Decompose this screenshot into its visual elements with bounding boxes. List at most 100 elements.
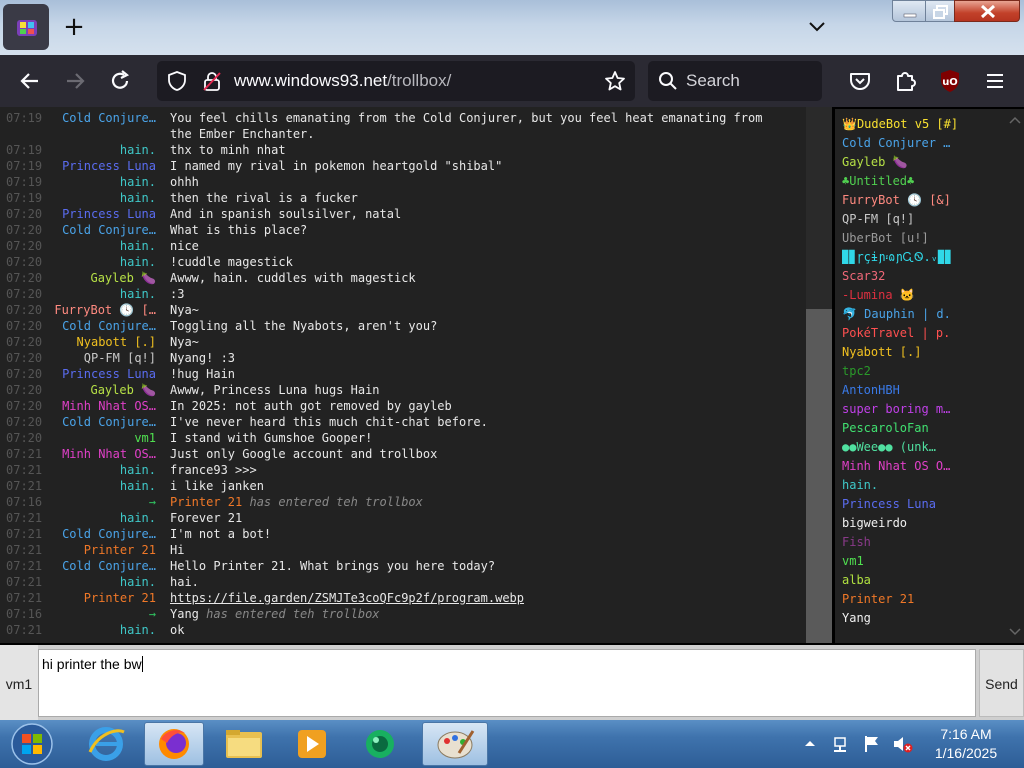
message-nick[interactable]: hain. (48, 510, 158, 526)
user-list-item[interactable]: ●●Wee●● (unk… (842, 438, 1006, 457)
taskbar-firefox[interactable] (144, 722, 204, 766)
nickname-label[interactable]: vm1 (0, 645, 38, 720)
user-list-item[interactable]: super boring m… (842, 400, 1006, 419)
reload-icon[interactable] (107, 68, 133, 94)
start-orb-icon[interactable] (8, 722, 56, 766)
action-center-flag-icon[interactable] (862, 734, 882, 754)
message-nick[interactable]: hain. (48, 142, 158, 158)
message-nick[interactable]: Minh Nhat OS… (48, 446, 158, 462)
user-list-item[interactable]: Gayleb 🍆 (842, 153, 1006, 172)
joined-user[interactable]: Yang (170, 607, 199, 621)
pocket-icon[interactable] (847, 68, 873, 94)
search-box[interactable]: Search (648, 61, 822, 101)
user-list-item[interactable]: 🐬 Dauphin | d. (842, 305, 1006, 324)
user-list-item[interactable]: Yang (842, 609, 1006, 628)
message-nick[interactable]: hain. (48, 238, 158, 254)
user-list-item[interactable]: AntonHBH (842, 381, 1006, 400)
user-list-item[interactable]: Printer 21 (842, 590, 1006, 609)
message-nick[interactable]: Cold Conjure… (48, 110, 158, 142)
show-hidden-icons-icon[interactable] (802, 736, 818, 752)
message-nick[interactable]: QP-FM [q!] (48, 350, 158, 366)
message-nick[interactable]: Printer 21 (48, 590, 158, 606)
ublock-origin-icon[interactable]: uO (937, 68, 963, 94)
taskbar-internet-explorer[interactable] (76, 722, 136, 766)
user-list-item[interactable]: bigweirdo (842, 514, 1006, 533)
user-list-item[interactable]: ♣Untitled♣ (842, 172, 1006, 191)
user-list-item[interactable]: UberBot [u!] (842, 229, 1006, 248)
message-list[interactable]: 07:19 Cold Conjure… You feel chills emanat… (0, 107, 806, 643)
bookmark-star-icon[interactable] (604, 70, 626, 92)
user-list-item[interactable]: ▉▊ɼçɨɲ፡ɷɲᏩᏫ.ᵥ▉▊ (842, 248, 1006, 267)
send-button[interactable]: Send (979, 649, 1024, 717)
user-list-item[interactable]: PescaroloFan (842, 419, 1006, 438)
message-nick[interactable]: hain. (48, 622, 158, 638)
new-tab-button[interactable]: + (60, 14, 88, 42)
user-list-item[interactable]: Scar32 (842, 267, 1006, 286)
message-nick[interactable]: hain. (48, 462, 158, 478)
network-icon[interactable] (832, 734, 852, 754)
system-clock[interactable]: 7:16 AM 1/16/2025 (924, 725, 1008, 763)
message-text: In 2025: not auth got removed by gayleb (170, 399, 452, 413)
message-nick[interactable]: hain. (48, 574, 158, 590)
joined-user[interactable]: Printer 21 (170, 495, 242, 509)
taskbar-paint[interactable] (422, 722, 488, 766)
message-nick[interactable]: hain. (48, 254, 158, 270)
user-list-item[interactable]: QP-FM [q!] (842, 210, 1006, 229)
message-nick[interactable]: Princess Luna (48, 206, 158, 222)
taskbar-file-explorer[interactable] (214, 722, 274, 766)
message-nick[interactable]: Printer 21 (48, 542, 158, 558)
user-list-item[interactable]: Fish (842, 533, 1006, 552)
message-nick[interactable]: hain. (48, 286, 158, 302)
user-list-item[interactable]: 👑DudeBot v5 [#] (842, 115, 1006, 134)
message-nick[interactable]: Gayleb 🍆 (48, 270, 158, 286)
message-nick[interactable]: hain. (48, 478, 158, 494)
restore-button[interactable] (925, 0, 955, 22)
user-scroll-arrows-icon[interactable] (1006, 109, 1024, 643)
message-nick[interactable]: Cold Conjure… (48, 318, 158, 334)
message-nick[interactable]: Princess Luna (48, 366, 158, 382)
user-list-item[interactable]: Minh Nhat OS O… (842, 457, 1006, 476)
message-link[interactable]: https://file.garden/ZSMJTe3coQFc9p2f/pro… (170, 591, 524, 605)
message-nick[interactable]: hain. (48, 190, 158, 206)
close-window-button[interactable] (954, 0, 1020, 22)
user-list-item[interactable]: Nyabott [.] (842, 343, 1006, 362)
user-list-item[interactable]: -Lumina 🐱 (842, 286, 1006, 305)
user-list-item[interactable]: hain. (842, 476, 1006, 495)
message-nick[interactable]: Cold Conjure… (48, 526, 158, 542)
user-list-item[interactable]: Princess Luna (842, 495, 1006, 514)
message-input[interactable]: hi printer the bw (38, 649, 976, 717)
user-list-item[interactable]: Cold Conjurer … (842, 134, 1006, 153)
hamburger-menu-icon[interactable] (982, 68, 1008, 94)
shield-icon[interactable] (166, 70, 188, 92)
user-list-item[interactable]: alba (842, 571, 1006, 590)
message-nick[interactable]: Princess Luna (48, 158, 158, 174)
volume-muted-icon[interactable] (892, 734, 914, 754)
back-arrow-icon[interactable] (17, 68, 43, 94)
message-nick[interactable]: Minh Nhat OS… (48, 398, 158, 414)
taskbar-media-player[interactable] (282, 722, 342, 766)
user-list-item[interactable]: vm1 (842, 552, 1006, 571)
tab-trollbox[interactable] (3, 4, 49, 50)
user-list-item[interactable]: FurryBot 🕓 [&] (842, 191, 1006, 210)
message-nick[interactable]: Cold Conjure… (48, 222, 158, 238)
message-nick[interactable]: Gayleb 🍆 (48, 382, 158, 398)
taskbar-messenger[interactable] (350, 722, 410, 766)
message-scrollbar-thumb[interactable] (806, 309, 832, 643)
message-nick[interactable]: vm1 (48, 430, 158, 446)
message-nick[interactable]: FurryBot 🕓 [… (48, 302, 158, 318)
url-text[interactable]: www.windows93.net/trollbox/ (234, 71, 451, 91)
message-nick[interactable]: Cold Conjure… (48, 558, 158, 574)
user-list-item[interactable]: tpc2 (842, 362, 1006, 381)
user-list[interactable]: 👑DudeBot v5 [#] Cold Conjurer … Gayleb 🍆 ♣U… (835, 109, 1006, 643)
address-bar[interactable]: www.windows93.net/trollbox/ (157, 61, 635, 101)
message-nick[interactable]: Nyabott [.] (48, 334, 158, 350)
message-nick[interactable]: Cold Conjure… (48, 414, 158, 430)
list-all-tabs-chevron-icon[interactable] (804, 16, 830, 38)
user-list-scrollbar[interactable] (1006, 109, 1024, 643)
minimize-button[interactable] (892, 0, 926, 22)
user-list-item[interactable]: PokéTravel | p. (842, 324, 1006, 343)
extensions-puzzle-icon[interactable] (892, 68, 918, 94)
message-nick[interactable]: hain. (48, 174, 158, 190)
insecure-lock-icon[interactable] (201, 70, 223, 92)
forward-arrow-icon[interactable] (62, 68, 88, 94)
